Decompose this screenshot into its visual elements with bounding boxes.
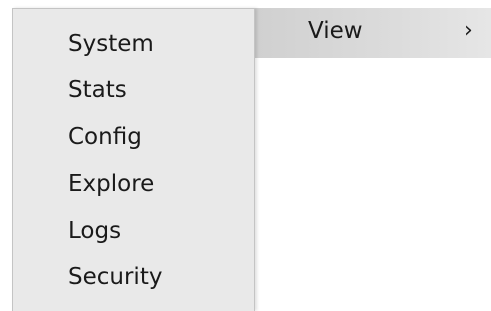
submenu-item-logs[interactable]: Logs [68,211,121,251]
menu-item-view[interactable]: View › [255,8,491,58]
submenu-item-security[interactable]: Security [68,257,162,297]
submenu-item-system[interactable]: System [68,24,154,64]
menu-item-view-label: View [308,18,363,44]
submenu-item-config[interactable]: Config [68,117,142,157]
view-submenu: System Stats Config Explore Logs Securit… [12,8,255,311]
submenu-item-stats[interactable]: Stats [68,70,127,110]
submenu-item-explore[interactable]: Explore [68,164,154,204]
background [0,0,12,311]
chevron-right-icon: › [464,18,473,43]
